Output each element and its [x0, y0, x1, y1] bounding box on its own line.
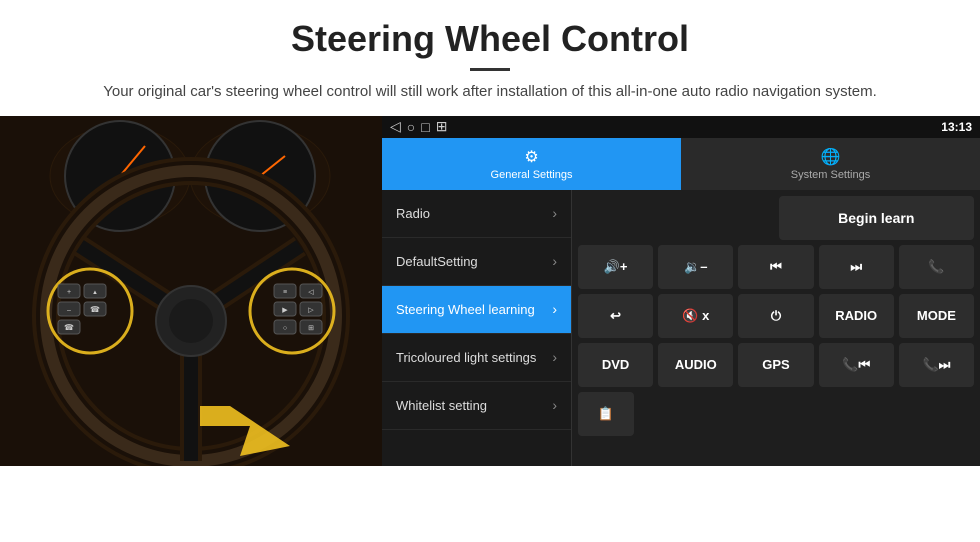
- radio-button[interactable]: RADIO: [819, 294, 894, 338]
- mute-button[interactable]: 🔇 x: [658, 294, 733, 338]
- header-section: Steering Wheel Control Your original car…: [0, 0, 980, 116]
- controls-row-3: DVD AUDIO GPS 📞⏮ 📞⏭: [578, 343, 974, 387]
- main-panel: Radio › DefaultSetting › Steering Wheel …: [382, 190, 980, 466]
- page-title: Steering Wheel Control: [60, 18, 920, 60]
- svg-text:▲: ▲: [92, 290, 98, 296]
- phone-button[interactable]: 📞: [899, 245, 974, 289]
- menu-item-tricoloured[interactable]: Tricoloured light settings ›: [382, 334, 571, 382]
- chevron-icon: ›: [552, 397, 557, 413]
- status-nav-icons: ◁ ○ □ ⊞: [390, 118, 447, 135]
- svg-text:+: +: [67, 289, 71, 296]
- controls-row-1: 🔊+ 🔉– ⏮ ⏭ 📞: [578, 245, 974, 289]
- status-bar: ◁ ○ □ ⊞ 13:13: [382, 116, 980, 138]
- svg-text:≡: ≡: [283, 289, 287, 296]
- chevron-icon: ›: [552, 301, 557, 317]
- next-track-button[interactable]: ⏭: [819, 245, 894, 289]
- phone-next-button[interactable]: 📞⏭: [899, 343, 974, 387]
- prev-track-button[interactable]: ⏮: [738, 245, 813, 289]
- tab-system[interactable]: 🌐 System Settings: [681, 138, 980, 190]
- list-button[interactable]: 📋: [578, 392, 634, 436]
- recents-icon[interactable]: □: [421, 119, 429, 135]
- chevron-icon: ›: [552, 349, 557, 365]
- vol-down-button[interactable]: 🔉–: [658, 245, 733, 289]
- system-settings-icon: 🌐: [821, 147, 841, 167]
- hang-up-button[interactable]: ↩: [578, 294, 653, 338]
- audio-button[interactable]: AUDIO: [658, 343, 733, 387]
- home-icon[interactable]: ○: [407, 119, 415, 135]
- chevron-icon: ›: [552, 253, 557, 269]
- svg-text:–: –: [67, 307, 71, 314]
- empty-slot: [578, 196, 774, 240]
- steering-wheel-image: + – ▲ ☎ ☎ ≡ ▶ ◁ ▷ ○ ⊞: [0, 116, 382, 466]
- svg-text:⊞: ⊞: [308, 325, 314, 332]
- svg-text:▶: ▶: [282, 307, 288, 314]
- tab-general-label: General Settings: [491, 169, 573, 181]
- status-time: 13:13: [941, 120, 972, 134]
- begin-learn-button[interactable]: Begin learn: [779, 196, 975, 240]
- svg-text:◁: ◁: [308, 289, 314, 296]
- chevron-icon: ›: [552, 205, 557, 221]
- vol-up-button[interactable]: 🔊+: [578, 245, 653, 289]
- menu-item-tricoloured-label: Tricoloured light settings: [396, 350, 536, 365]
- controls-row-2: ↩ 🔇 x ⏻ RADIO MODE: [578, 294, 974, 338]
- content-area: + – ▲ ☎ ☎ ≡ ▶ ◁ ▷ ○ ⊞: [0, 116, 980, 466]
- power-button[interactable]: ⏻: [738, 294, 813, 338]
- mode-button[interactable]: MODE: [899, 294, 974, 338]
- menu-item-whitelist-label: Whitelist setting: [396, 398, 487, 413]
- menu-item-defaultsetting[interactable]: DefaultSetting ›: [382, 238, 571, 286]
- controls-row-4: 📋: [578, 392, 974, 436]
- tab-bar: ⚙ General Settings 🌐 System Settings: [382, 138, 980, 190]
- svg-text:▷: ▷: [308, 307, 314, 314]
- back-icon[interactable]: ◁: [390, 118, 401, 135]
- phone-prev-button[interactable]: 📞⏮: [819, 343, 894, 387]
- menu-item-radio-label: Radio: [396, 206, 430, 221]
- dvd-button[interactable]: DVD: [578, 343, 653, 387]
- svg-text:☎: ☎: [90, 305, 100, 314]
- tab-system-label: System Settings: [791, 169, 870, 181]
- menu-item-radio[interactable]: Radio ›: [382, 190, 571, 238]
- general-settings-icon: ⚙: [524, 147, 538, 167]
- svg-text:☎: ☎: [64, 323, 74, 332]
- page-subtitle: Your original car's steering wheel contr…: [60, 81, 920, 104]
- controls-row-0: Begin learn: [578, 196, 974, 240]
- right-panel: Begin learn 🔊+ 🔉– ⏮ ⏭ 📞 ↩ 🔇 x ⏻ RADIO MO: [572, 190, 980, 466]
- menu-item-steering-label: Steering Wheel learning: [396, 302, 535, 317]
- android-ui: ◁ ○ □ ⊞ 13:13 ⚙ General Settings 🌐 Syste…: [382, 116, 980, 466]
- menu-icon[interactable]: ⊞: [436, 118, 448, 135]
- gps-button[interactable]: GPS: [738, 343, 813, 387]
- menu-item-whitelist[interactable]: Whitelist setting ›: [382, 382, 571, 430]
- title-divider: [470, 68, 510, 71]
- menu-item-steering[interactable]: Steering Wheel learning ›: [382, 286, 571, 334]
- svg-text:○: ○: [283, 325, 287, 332]
- tab-general[interactable]: ⚙ General Settings: [382, 138, 681, 190]
- menu-item-defaultsetting-label: DefaultSetting: [396, 254, 478, 269]
- left-menu: Radio › DefaultSetting › Steering Wheel …: [382, 190, 572, 466]
